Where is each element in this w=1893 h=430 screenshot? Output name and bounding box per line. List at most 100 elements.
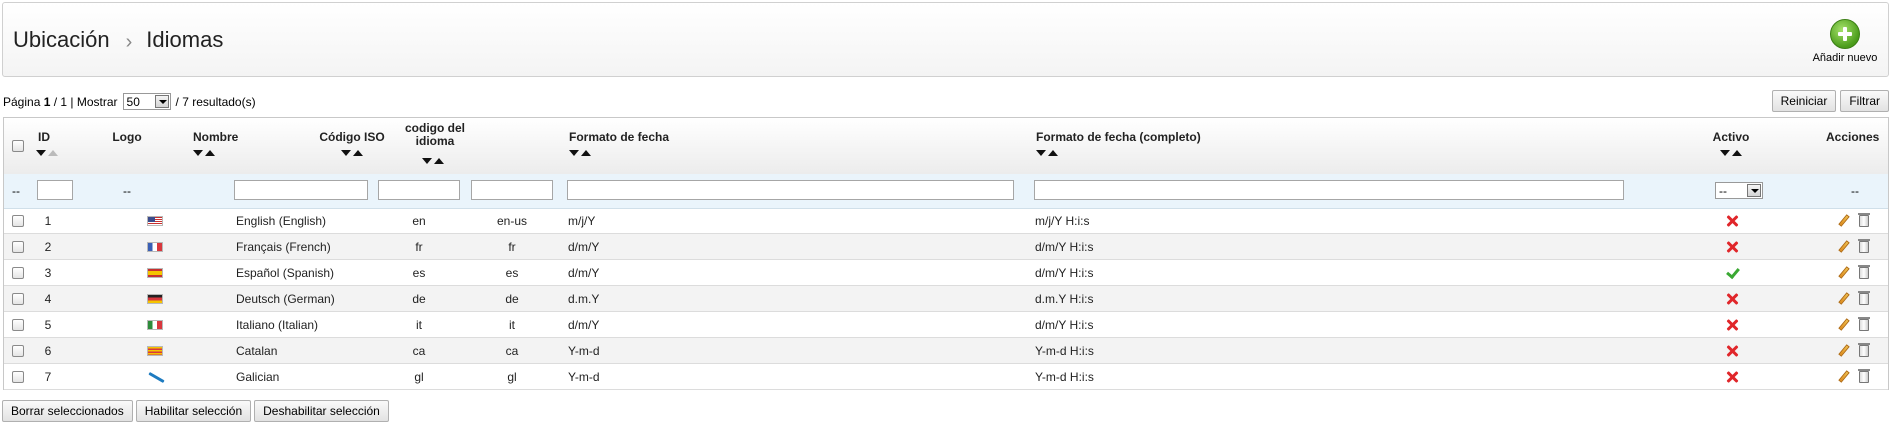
filter-id-input[interactable] <box>37 180 73 200</box>
sort-asc-icon[interactable] <box>205 150 215 156</box>
cell-name: Italiano (Italian) <box>236 318 319 332</box>
sort-asc-icon[interactable] <box>1048 150 1058 156</box>
sort-asc-icon[interactable] <box>1732 150 1742 156</box>
us-flag-icon <box>147 216 163 226</box>
edit-icon[interactable] <box>1838 266 1850 280</box>
cell-id: 3 <box>44 266 52 280</box>
cell-iso: ca <box>412 344 426 358</box>
edit-icon[interactable] <box>1838 292 1850 306</box>
add-new-button[interactable]: Añadir nuevo <box>1810 19 1880 64</box>
cell-lang-code: en-us <box>496 214 528 228</box>
cell-lang-code: es <box>505 266 519 280</box>
sort-asc-icon[interactable] <box>48 150 58 156</box>
delete-selected-button[interactable]: Borrar seleccionados <box>2 400 133 422</box>
inactive-x-icon[interactable] <box>1726 241 1738 253</box>
table-row[interactable]: 4 Deutsch (German) de de d.m.Y d.m.Y H:i:s <box>4 286 1888 312</box>
breadcrumb-location[interactable]: Ubicación <box>13 27 110 53</box>
cell-date-format: d/m/Y <box>568 266 600 280</box>
select-all-checkbox[interactable] <box>12 140 24 152</box>
cell-iso: de <box>412 292 426 306</box>
cell-id: 4 <box>44 292 52 306</box>
active-check-icon[interactable] <box>1725 266 1739 278</box>
row-checkbox[interactable] <box>12 345 24 357</box>
bulk-actions: Borrar seleccionados Habilitar selección… <box>2 400 389 422</box>
cell-id: 7 <box>44 370 52 384</box>
filter-date-format-input[interactable] <box>567 180 1014 200</box>
edit-icon[interactable] <box>1838 214 1850 228</box>
cell-lang-code: de <box>505 292 519 306</box>
edit-icon[interactable] <box>1838 344 1850 358</box>
filter-active-select[interactable]: -- <box>1715 182 1763 199</box>
sort-desc-icon[interactable] <box>422 158 432 164</box>
sort-asc-icon[interactable] <box>434 158 444 164</box>
sort-date-format[interactable] <box>569 150 595 158</box>
filter-date-format-full-input[interactable] <box>1034 180 1624 200</box>
edit-icon[interactable] <box>1838 318 1850 332</box>
cell-name: Deutsch (German) <box>236 292 335 306</box>
sort-active[interactable] <box>1720 150 1746 158</box>
sort-asc-icon[interactable] <box>353 150 363 156</box>
filter-lang-code-input[interactable] <box>471 180 553 200</box>
row-checkbox[interactable] <box>12 319 24 331</box>
table-row[interactable]: 1 English (English) en en-us m/j/Y m/j/Y H:i:… <box>4 208 1888 234</box>
sort-desc-icon[interactable] <box>193 150 203 156</box>
row-checkbox[interactable] <box>12 241 24 253</box>
cell-lang-code: it <box>509 318 515 332</box>
sort-lang-code[interactable] <box>422 158 448 166</box>
inactive-x-icon[interactable] <box>1726 345 1738 357</box>
table-row[interactable]: 3 Español (Spanish) es es d/m/Y d/m/Y H:i:s <box>4 260 1888 286</box>
per-page-select[interactable]: 50 <box>122 93 171 110</box>
disable-selected-button[interactable]: Deshabilitar selección <box>254 400 389 422</box>
row-checkbox[interactable] <box>12 371 24 383</box>
sort-id[interactable] <box>36 150 62 158</box>
sort-asc-icon[interactable] <box>581 150 591 156</box>
filter-button[interactable]: Filtrar <box>1840 90 1889 112</box>
cell-iso: es <box>412 266 426 280</box>
cell-date-format: d.m.Y <box>568 292 600 306</box>
sort-name[interactable] <box>193 150 219 158</box>
cell-iso: gl <box>414 370 424 384</box>
table-row[interactable]: 5 Italiano (Italian) it it d/m/Y d/m/Y H:i:s <box>4 312 1888 338</box>
add-circle-icon <box>1830 19 1860 49</box>
delete-icon[interactable] <box>1858 343 1870 358</box>
inactive-x-icon[interactable] <box>1726 293 1738 305</box>
cell-lang-code: gl <box>507 370 517 384</box>
sort-desc-icon[interactable] <box>36 150 46 156</box>
sort-desc-icon[interactable] <box>341 150 351 156</box>
row-checkbox[interactable] <box>12 293 24 305</box>
add-new-label: Añadir nuevo <box>1812 52 1878 64</box>
table-row[interactable]: 7 Galician gl gl Y-m-d Y-m-d H:i:s <box>4 364 1888 390</box>
reset-button[interactable]: Reiniciar <box>1771 90 1837 112</box>
cell-name: English (English) <box>236 214 327 228</box>
inactive-x-icon[interactable] <box>1726 319 1738 331</box>
edit-icon[interactable] <box>1838 240 1850 254</box>
filter-name-input[interactable] <box>234 180 368 200</box>
row-checkbox[interactable] <box>12 215 24 227</box>
sort-iso[interactable] <box>341 150 367 158</box>
inactive-x-icon[interactable] <box>1726 371 1738 383</box>
row-checkbox[interactable] <box>12 267 24 279</box>
edit-icon[interactable] <box>1838 370 1850 384</box>
table-row[interactable]: 6 Catalan ca ca Y-m-d Y-m-d H:i:s <box>4 338 1888 364</box>
table-row[interactable]: 2 Français (French) fr fr d/m/Y d/m/Y H:i:s <box>4 234 1888 260</box>
per-page-value: 50 <box>126 94 140 109</box>
sort-date-format-full[interactable] <box>1036 150 1062 158</box>
breadcrumb: Ubicación › Idiomas <box>13 27 223 53</box>
column-header-iso: Código ISO <box>319 130 385 144</box>
filter-active-value: -- <box>1719 183 1727 198</box>
delete-icon[interactable] <box>1858 265 1870 280</box>
sort-desc-icon[interactable] <box>1720 150 1730 156</box>
filter-iso-input[interactable] <box>378 180 460 200</box>
inactive-x-icon[interactable] <box>1726 215 1738 227</box>
filter-checkbox-placeholder: -- <box>12 184 20 198</box>
delete-icon[interactable] <box>1858 291 1870 306</box>
sort-desc-icon[interactable] <box>1036 150 1046 156</box>
enable-selected-button[interactable]: Habilitar selección <box>135 400 252 422</box>
column-header-actions: Acciones <box>1826 130 1880 144</box>
delete-icon[interactable] <box>1858 239 1870 254</box>
sort-desc-icon[interactable] <box>569 150 579 156</box>
es-flag-icon <box>147 268 163 278</box>
delete-icon[interactable] <box>1858 369 1870 384</box>
delete-icon[interactable] <box>1858 317 1870 332</box>
delete-icon[interactable] <box>1858 213 1870 228</box>
